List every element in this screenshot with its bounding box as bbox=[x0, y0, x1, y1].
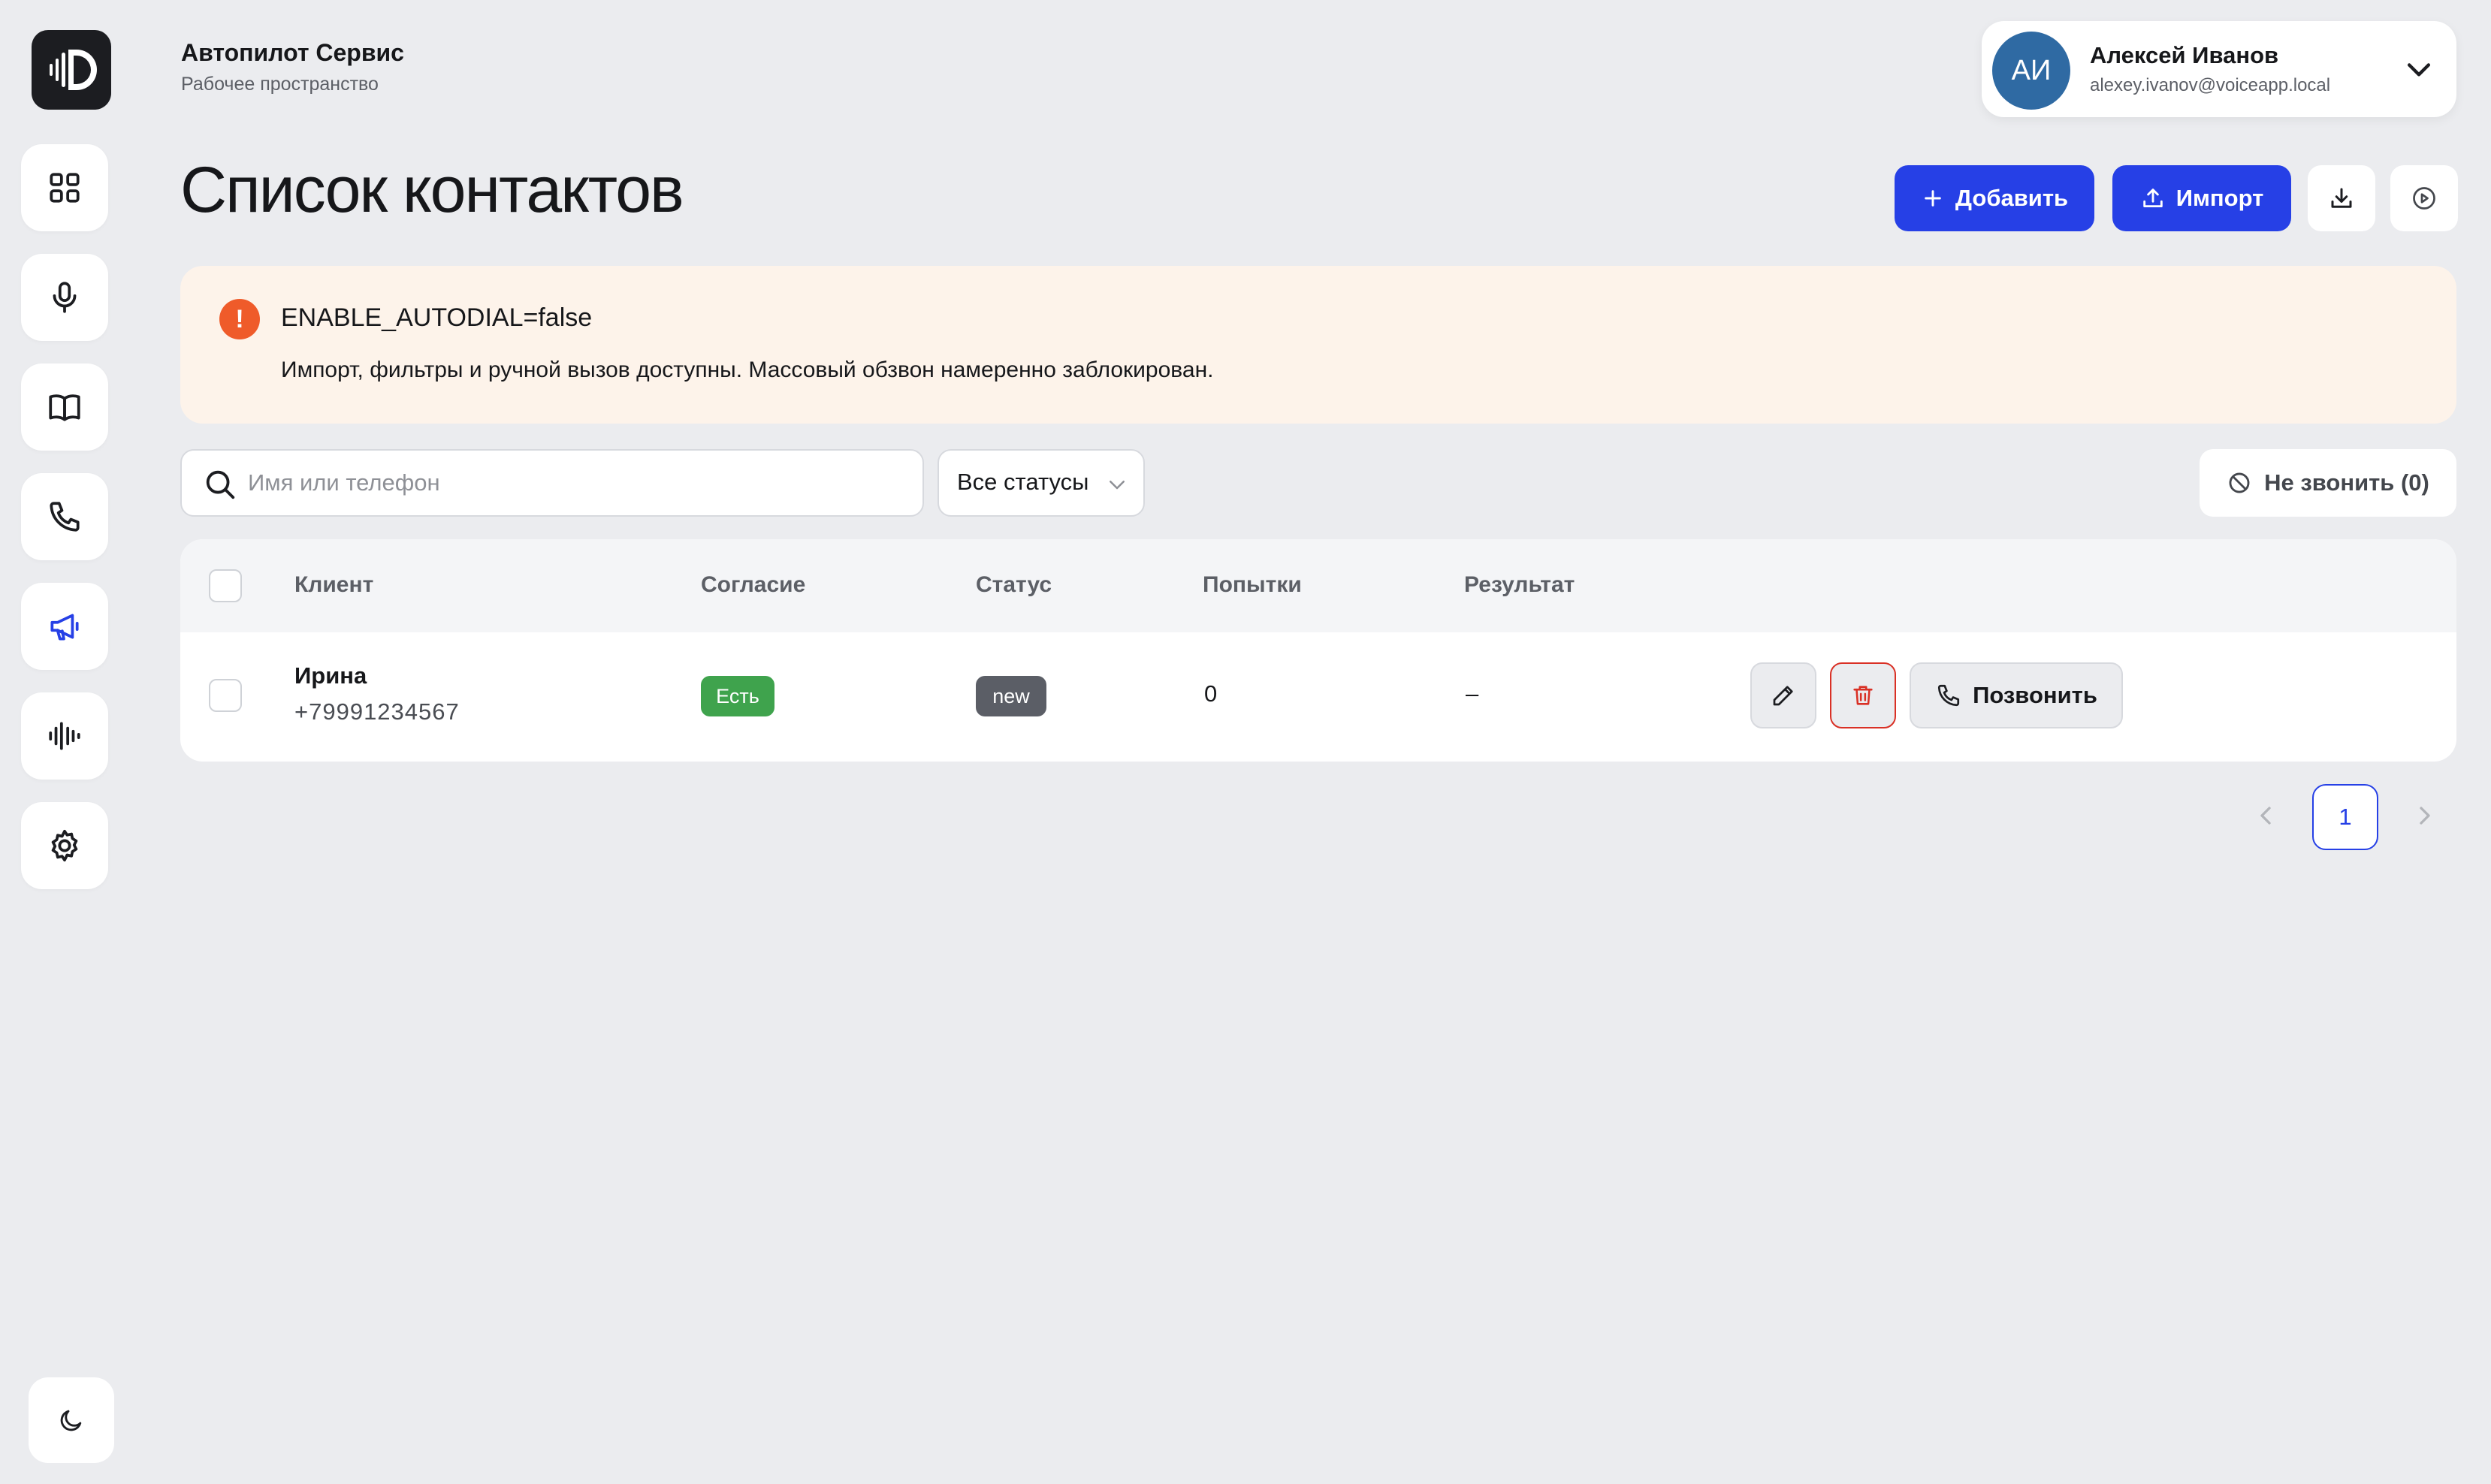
upload-icon bbox=[2142, 189, 2163, 208]
chevron-down-icon bbox=[1110, 481, 1125, 490]
import-label: Импорт bbox=[2175, 185, 2264, 211]
attempts-count: 0 bbox=[1204, 680, 1218, 707]
phone-icon bbox=[50, 502, 80, 532]
pagination-next-icon[interactable] bbox=[2410, 801, 2440, 831]
search-icon bbox=[206, 470, 235, 499]
sidebar-item-campaigns[interactable] bbox=[21, 583, 108, 670]
moon-icon bbox=[60, 1410, 82, 1431]
edit-contact-button[interactable] bbox=[1750, 662, 1816, 728]
dashboard-grid-icon bbox=[50, 173, 80, 203]
gear-icon bbox=[51, 829, 78, 862]
status-filter-value: Все статусы bbox=[957, 469, 1089, 495]
sidebar-item-voice[interactable] bbox=[21, 692, 108, 780]
search-input[interactable] bbox=[248, 464, 894, 502]
user-menu[interactable]: АИ Алексей Иванов alexey.ivanov@voiceapp… bbox=[1982, 21, 2456, 117]
sidebar-item-microphone[interactable] bbox=[21, 254, 108, 341]
table-header: Клиент Согласие Статус Попытки Результат bbox=[180, 539, 2456, 632]
pencil-icon bbox=[1773, 686, 1793, 706]
row-checkbox[interactable] bbox=[209, 679, 242, 712]
delete-contact-button[interactable] bbox=[1830, 662, 1896, 728]
import-button[interactable]: Импорт bbox=[2112, 165, 2291, 231]
column-header-consent[interactable]: Согласие bbox=[701, 572, 805, 598]
voice-wave-icon bbox=[49, 722, 80, 750]
play-button[interactable] bbox=[2390, 165, 2458, 231]
column-header-client[interactable]: Клиент bbox=[294, 572, 373, 598]
add-contact-label: Добавить bbox=[1955, 185, 2069, 211]
user-email: alexey.ivanov@voiceapp.local bbox=[2090, 75, 2331, 95]
call-contact-button[interactable]: Позвонить bbox=[1910, 662, 2123, 728]
call-contact-label: Позвонить bbox=[1973, 682, 2097, 708]
column-header-attempts[interactable]: Попытки bbox=[1203, 572, 1302, 598]
do-not-call-button[interactable]: Не звонить (0) bbox=[2200, 449, 2456, 517]
page-title: Список контактов bbox=[180, 154, 684, 226]
sidebar-item-knowledge[interactable] bbox=[21, 363, 108, 451]
consent-badge: Есть bbox=[701, 676, 774, 716]
contact-name: Ирина bbox=[294, 662, 367, 689]
workspace-subtitle: Рабочее пространство bbox=[181, 74, 379, 95]
app-logo-icon bbox=[50, 50, 97, 90]
do-not-call-label: Не звонить (0) bbox=[2264, 469, 2429, 496]
book-icon bbox=[49, 394, 80, 421]
sidebar-item-dashboard[interactable] bbox=[21, 144, 108, 231]
alert-text: Импорт, фильтры и ручной вызов доступны.… bbox=[281, 357, 1214, 382]
column-header-result[interactable]: Результат bbox=[1464, 572, 1575, 598]
warning-icon: ! bbox=[219, 299, 260, 339]
sidebar-item-calls[interactable] bbox=[21, 473, 108, 560]
download-icon bbox=[2331, 188, 2352, 208]
search-box[interactable] bbox=[180, 449, 924, 517]
column-header-status[interactable]: Статус bbox=[976, 572, 1052, 598]
trash-icon bbox=[1853, 686, 1873, 705]
add-contact-button[interactable]: Добавить bbox=[1895, 165, 2094, 231]
contacts-table: Клиент Согласие Статус Попытки Результат… bbox=[180, 539, 2456, 762]
pagination-page-current[interactable]: 1 bbox=[2312, 784, 2378, 850]
megaphone-icon bbox=[50, 614, 79, 641]
status-filter-select[interactable]: Все статусы bbox=[938, 449, 1145, 517]
block-icon bbox=[2229, 472, 2250, 493]
chevron-down-icon bbox=[2407, 63, 2431, 77]
plus-icon bbox=[1925, 190, 1941, 207]
sidebar-item-settings[interactable] bbox=[21, 802, 108, 889]
user-name: Алексей Иванов bbox=[2090, 42, 2279, 68]
microphone-icon bbox=[53, 282, 77, 313]
workspace-title: Автопилот Сервис bbox=[181, 39, 404, 66]
select-all-checkbox[interactable] bbox=[209, 569, 242, 602]
pagination-prev-icon[interactable] bbox=[2251, 801, 2281, 831]
download-button[interactable] bbox=[2308, 165, 2375, 231]
app-logo[interactable] bbox=[32, 30, 111, 110]
phone-icon bbox=[1937, 684, 1960, 707]
call-result: – bbox=[1466, 680, 1479, 707]
status-badge: new bbox=[976, 676, 1046, 716]
autodial-alert: ! ENABLE_AUTODIAL=false Импорт, фильтры … bbox=[180, 266, 2456, 424]
alert-title: ENABLE_AUTODIAL=false bbox=[281, 303, 593, 332]
theme-toggle-button[interactable] bbox=[29, 1377, 114, 1463]
avatar: АИ bbox=[1992, 32, 2070, 110]
play-circle-icon bbox=[2413, 187, 2435, 210]
contact-phone: +79991234567 bbox=[294, 698, 460, 725]
